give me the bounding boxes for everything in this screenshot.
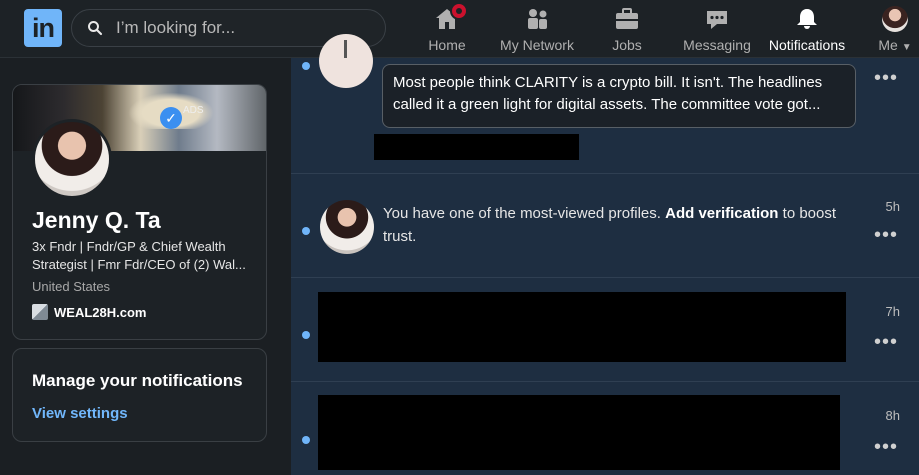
notification-item[interactable]: Most people think CLARITY is a crypto bi… [291,34,919,174]
nav-my-network[interactable]: My Network [499,6,575,54]
avatar [882,6,908,32]
manage-notifications-title: Manage your notifications [32,371,243,390]
nav-home-label: Home [428,37,466,53]
more-options-icon[interactable]: ••• [874,68,898,88]
add-verification-link[interactable]: Add verification [665,205,778,222]
more-options-icon[interactable]: ••• [874,225,898,245]
company-logo-icon [32,304,48,320]
unread-dot [302,227,310,235]
notification-time: 8h [885,408,900,423]
view-settings-link[interactable]: View settings [32,405,128,422]
nav-me-label: Me ▼ [878,37,912,53]
nav-my-network-label: My Network [500,37,574,53]
more-options-icon[interactable]: ••• [874,437,898,457]
sender-avatar[interactable] [320,200,374,254]
notification-text[interactable]: You have one of the most-viewed profiles… [383,202,843,248]
search-input[interactable] [116,18,366,38]
profile-company[interactable]: WEAL28H.com [32,304,146,320]
unread-dot [302,62,310,70]
profile-avatar[interactable] [32,119,112,199]
nav-jobs[interactable]: Jobs [609,6,645,54]
linkedin-logo[interactable]: in [24,9,62,47]
unread-dot [302,331,310,339]
redacted-block [374,134,579,160]
message-icon [707,11,727,29]
cover-text: ADS [183,105,204,116]
nav-messaging[interactable]: Messaging [683,6,751,54]
top-nav: in Home My Network Jobs Messaging Notifi [0,0,919,58]
nav-notifications-label: Notifications [768,37,846,53]
notification-time: 7h [885,304,900,319]
nav-notifications[interactable]: Notifications [768,6,846,54]
nav-jobs-label: Jobs [612,37,642,53]
profile-headline: 3x Fndr | Fndr/GP & Chief Wealth Strateg… [32,239,246,272]
unread-dot [302,436,310,444]
nav-messaging-label: Messaging [683,37,751,53]
notifications-feed: Most people think CLARITY is a crypto bi… [291,34,919,475]
briefcase-icon [616,8,638,29]
post-preview[interactable]: Most people think CLARITY is a crypto bi… [382,64,856,128]
people-icon [528,9,547,29]
caret-down-icon: ▼ [901,42,912,53]
notification-item[interactable]: 7h ••• [291,278,919,382]
notification-badge [450,2,468,20]
profile-name[interactable]: Jenny Q. Ta [32,207,161,234]
profile-card[interactable]: ✓ ADS Jenny Q. Ta 3x Fndr | Fndr/GP & Ch… [12,84,267,340]
nav-home[interactable]: Home [424,2,470,54]
notification-item[interactable]: You have one of the most-viewed profiles… [291,174,919,278]
company-name: WEAL28H.com [54,304,147,320]
nav-me[interactable]: Me ▼ [877,6,913,54]
sender-avatar[interactable] [319,34,373,88]
search-icon [88,21,103,36]
verified-check-icon: ✓ [160,107,182,129]
redacted-block [318,395,840,470]
redacted-block [318,292,846,362]
manage-notifications-card: Manage your notifications View settings [12,348,267,442]
bell-icon [797,9,817,29]
more-options-icon[interactable]: ••• [874,332,898,352]
notification-item[interactable]: 8h ••• [291,382,919,475]
profile-location: United States [32,279,111,294]
notification-time: 5h [885,199,900,214]
